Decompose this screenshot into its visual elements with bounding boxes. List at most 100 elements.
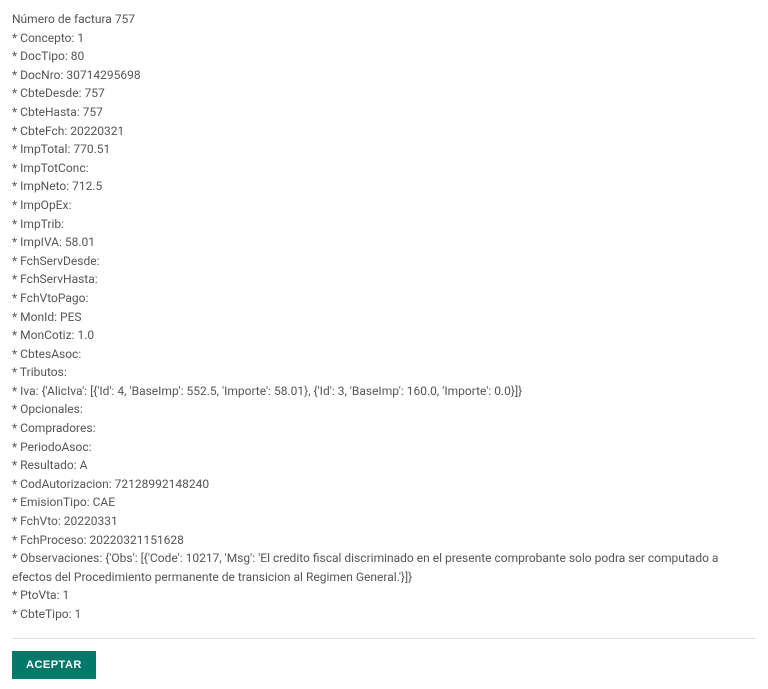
field-prefix: * — [12, 235, 20, 249]
field-value: 1.0 — [77, 328, 94, 342]
field-line: * MonCotiz: 1.0 — [12, 326, 756, 345]
field-value: {'Obs': [{'Code': 10217, 'Msg': 'El cred… — [12, 551, 718, 584]
field-value: 58.01 — [65, 235, 95, 249]
field-line: * ImpTrib: — [12, 215, 756, 234]
field-key: CbteTipo — [20, 607, 69, 621]
field-line: * FchProceso: 20220321151628 — [12, 531, 756, 550]
field-key: Compradores — [20, 421, 92, 435]
field-key: ImpIVA — [20, 235, 59, 249]
field-prefix: * — [12, 347, 20, 361]
field-value: 1 — [62, 588, 69, 602]
field-prefix: * — [12, 551, 20, 565]
field-line: * FchVtoPago: — [12, 289, 756, 308]
field-value: 72128992148240 — [115, 477, 209, 491]
field-prefix: * — [12, 179, 20, 193]
field-prefix: * — [12, 142, 20, 156]
field-key: Concepto — [20, 31, 71, 45]
field-prefix: * — [12, 86, 20, 100]
field-line: * ImpTotConc: — [12, 159, 756, 178]
field-value: {'AlicIva': [{'Id': 4, 'BaseImp': 552.5,… — [42, 384, 523, 398]
field-prefix: * — [12, 514, 20, 528]
field-prefix: * — [12, 161, 20, 175]
field-key: CbteHasta — [20, 105, 77, 119]
field-line: * Concepto: 1 — [12, 29, 756, 48]
field-key: ImpTrib — [20, 217, 61, 231]
field-value: 712.5 — [72, 179, 102, 193]
accept-button[interactable]: Aceptar — [12, 651, 96, 679]
field-value: PES — [60, 310, 82, 324]
field-line: * CbteTipo: 1 — [12, 605, 756, 624]
field-prefix: * — [12, 68, 20, 82]
field-key: CbtesAsoc — [20, 347, 78, 361]
field-line: * Compradores: — [12, 419, 756, 438]
field-line: * Opcionales: — [12, 400, 756, 419]
field-separator: : — [64, 365, 67, 379]
field-key: FchVtoPago — [20, 291, 85, 305]
field-line: * Tributos: — [12, 363, 756, 382]
field-separator: : — [80, 402, 83, 416]
field-key: DocNro — [20, 68, 60, 82]
field-line: * FchServHasta: — [12, 270, 756, 289]
field-line: * DocTipo: 80 — [12, 47, 756, 66]
field-key: FchProceso — [20, 533, 83, 547]
field-separator: : — [97, 254, 100, 268]
field-prefix: * — [12, 533, 20, 547]
field-prefix: * — [12, 198, 20, 212]
field-key: Iva — [20, 384, 36, 398]
field-line: * Observaciones: {'Obs': [{'Code': 10217… — [12, 549, 756, 586]
field-key: Resultado — [20, 458, 74, 472]
field-prefix: * — [12, 49, 20, 63]
field-prefix: * — [12, 310, 20, 324]
divider — [12, 638, 756, 639]
invoice-header-number: 757 — [115, 12, 135, 26]
field-key: MonId — [20, 310, 54, 324]
field-line: * CbteFch: 20220321 — [12, 122, 756, 141]
field-line: * Iva: {'AlicIva': [{'Id': 4, 'BaseImp':… — [12, 382, 756, 401]
field-value: 1 — [77, 31, 84, 45]
field-separator: : — [89, 440, 92, 454]
field-key: PtoVta — [20, 588, 56, 602]
field-prefix: * — [12, 365, 20, 379]
field-prefix: * — [12, 607, 20, 621]
field-key: ImpTotConc — [20, 161, 85, 175]
field-prefix: * — [12, 588, 20, 602]
field-value: 1 — [75, 607, 82, 621]
field-line: * FchServDesde: — [12, 252, 756, 271]
field-line: * Resultado: A — [12, 456, 756, 475]
field-key: Opcionales — [20, 402, 80, 416]
field-prefix: * — [12, 272, 20, 286]
field-line: * DocNro: 30714295698 — [12, 66, 756, 85]
field-prefix: * — [12, 477, 20, 491]
field-separator: : — [95, 272, 98, 286]
field-line: * FchVto: 20220331 — [12, 512, 756, 531]
field-separator: : — [61, 217, 64, 231]
field-value: 770.51 — [73, 142, 110, 156]
field-value: CAE — [93, 495, 115, 509]
field-prefix: * — [12, 421, 20, 435]
field-value: 757 — [83, 105, 103, 119]
field-line: * CbteHasta: 757 — [12, 103, 756, 122]
field-key: ImpNeto — [20, 179, 66, 193]
field-key: Tributos — [20, 365, 64, 379]
field-line: * ImpTotal: 770.51 — [12, 140, 756, 159]
field-prefix: * — [12, 440, 20, 454]
field-line: * ImpIVA: 58.01 — [12, 233, 756, 252]
field-key: CodAutorizacion — [20, 477, 109, 491]
field-line: * CodAutorizacion: 72128992148240 — [12, 475, 756, 494]
field-line: * ImpOpEx: — [12, 196, 756, 215]
field-key: PeriodoAsoc — [20, 440, 88, 454]
field-prefix: * — [12, 254, 20, 268]
invoice-header-label: Número de factura — [12, 12, 112, 26]
field-key: FchServHasta — [20, 272, 95, 286]
field-key: Observaciones — [20, 551, 99, 565]
field-line: * PeriodoAsoc: — [12, 438, 756, 457]
field-line: * EmisionTipo: CAE — [12, 493, 756, 512]
field-line: * CbtesAsoc: — [12, 345, 756, 364]
field-prefix: * — [12, 217, 20, 231]
field-prefix: * — [12, 105, 20, 119]
field-key: DocTipo — [20, 49, 65, 63]
field-value: 20220321151628 — [90, 533, 184, 547]
field-key: CbteFch — [20, 124, 64, 138]
field-separator: : — [68, 198, 71, 212]
field-prefix: * — [12, 291, 20, 305]
